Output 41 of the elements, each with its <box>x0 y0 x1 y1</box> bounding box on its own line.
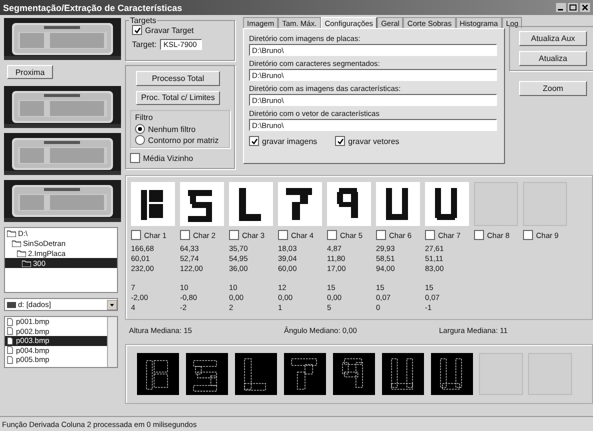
checkbox-label: Média Vizinho <box>143 154 194 162</box>
checkbox-label: gravar imagens <box>262 136 318 146</box>
checkbox[interactable] <box>425 230 435 240</box>
update-button[interactable]: Atualiza Aux <box>519 31 587 46</box>
maximize-icon[interactable] <box>568 3 578 12</box>
process-button[interactable]: Proc. Total c/ Limites <box>136 90 220 105</box>
checkbox[interactable] <box>132 25 142 35</box>
zoom-button[interactable]: Zoom <box>519 81 587 96</box>
update-button[interactable]: Atualiza <box>519 51 587 66</box>
window-title: Segmentação/Extração de Características <box>3 2 182 12</box>
dropdown-arrow-icon[interactable] <box>107 300 117 310</box>
checkbox[interactable] <box>180 230 190 240</box>
checkbox[interactable] <box>278 230 288 240</box>
empty-tile <box>523 182 567 226</box>
checkbox[interactable] <box>229 230 239 240</box>
checkbox[interactable] <box>474 230 484 240</box>
next-button[interactable]: Proxima <box>7 65 53 79</box>
checkbox[interactable] <box>249 136 259 146</box>
checkbox[interactable] <box>523 230 533 240</box>
checkbox[interactable] <box>335 136 346 146</box>
radio-button[interactable] <box>135 135 145 145</box>
checkbox[interactable] <box>327 230 337 240</box>
radio-label: Nenhum filtro <box>148 124 196 134</box>
checkbox-label: gravar vetores <box>348 136 400 146</box>
checkbox[interactable] <box>131 230 141 240</box>
radio-label: Contorno por matriz <box>148 136 219 144</box>
group-title: Targets <box>129 16 158 25</box>
checkbox-label: Gravar Target <box>145 26 194 34</box>
checkbox[interactable] <box>376 230 386 240</box>
group-title: Filtro <box>135 113 154 122</box>
empty-tile <box>528 353 572 395</box>
drive-icon <box>7 302 16 308</box>
radio-button[interactable] <box>135 124 145 134</box>
scrollbar[interactable] <box>107 317 117 367</box>
empty-tile <box>479 353 523 395</box>
checkbox[interactable] <box>130 153 140 163</box>
target-label: Target: <box>132 40 156 49</box>
close-icon[interactable] <box>580 3 590 12</box>
empty-tile <box>474 182 518 226</box>
minimize-icon[interactable] <box>556 3 566 12</box>
process-button[interactable]: Processo Total <box>136 71 220 86</box>
